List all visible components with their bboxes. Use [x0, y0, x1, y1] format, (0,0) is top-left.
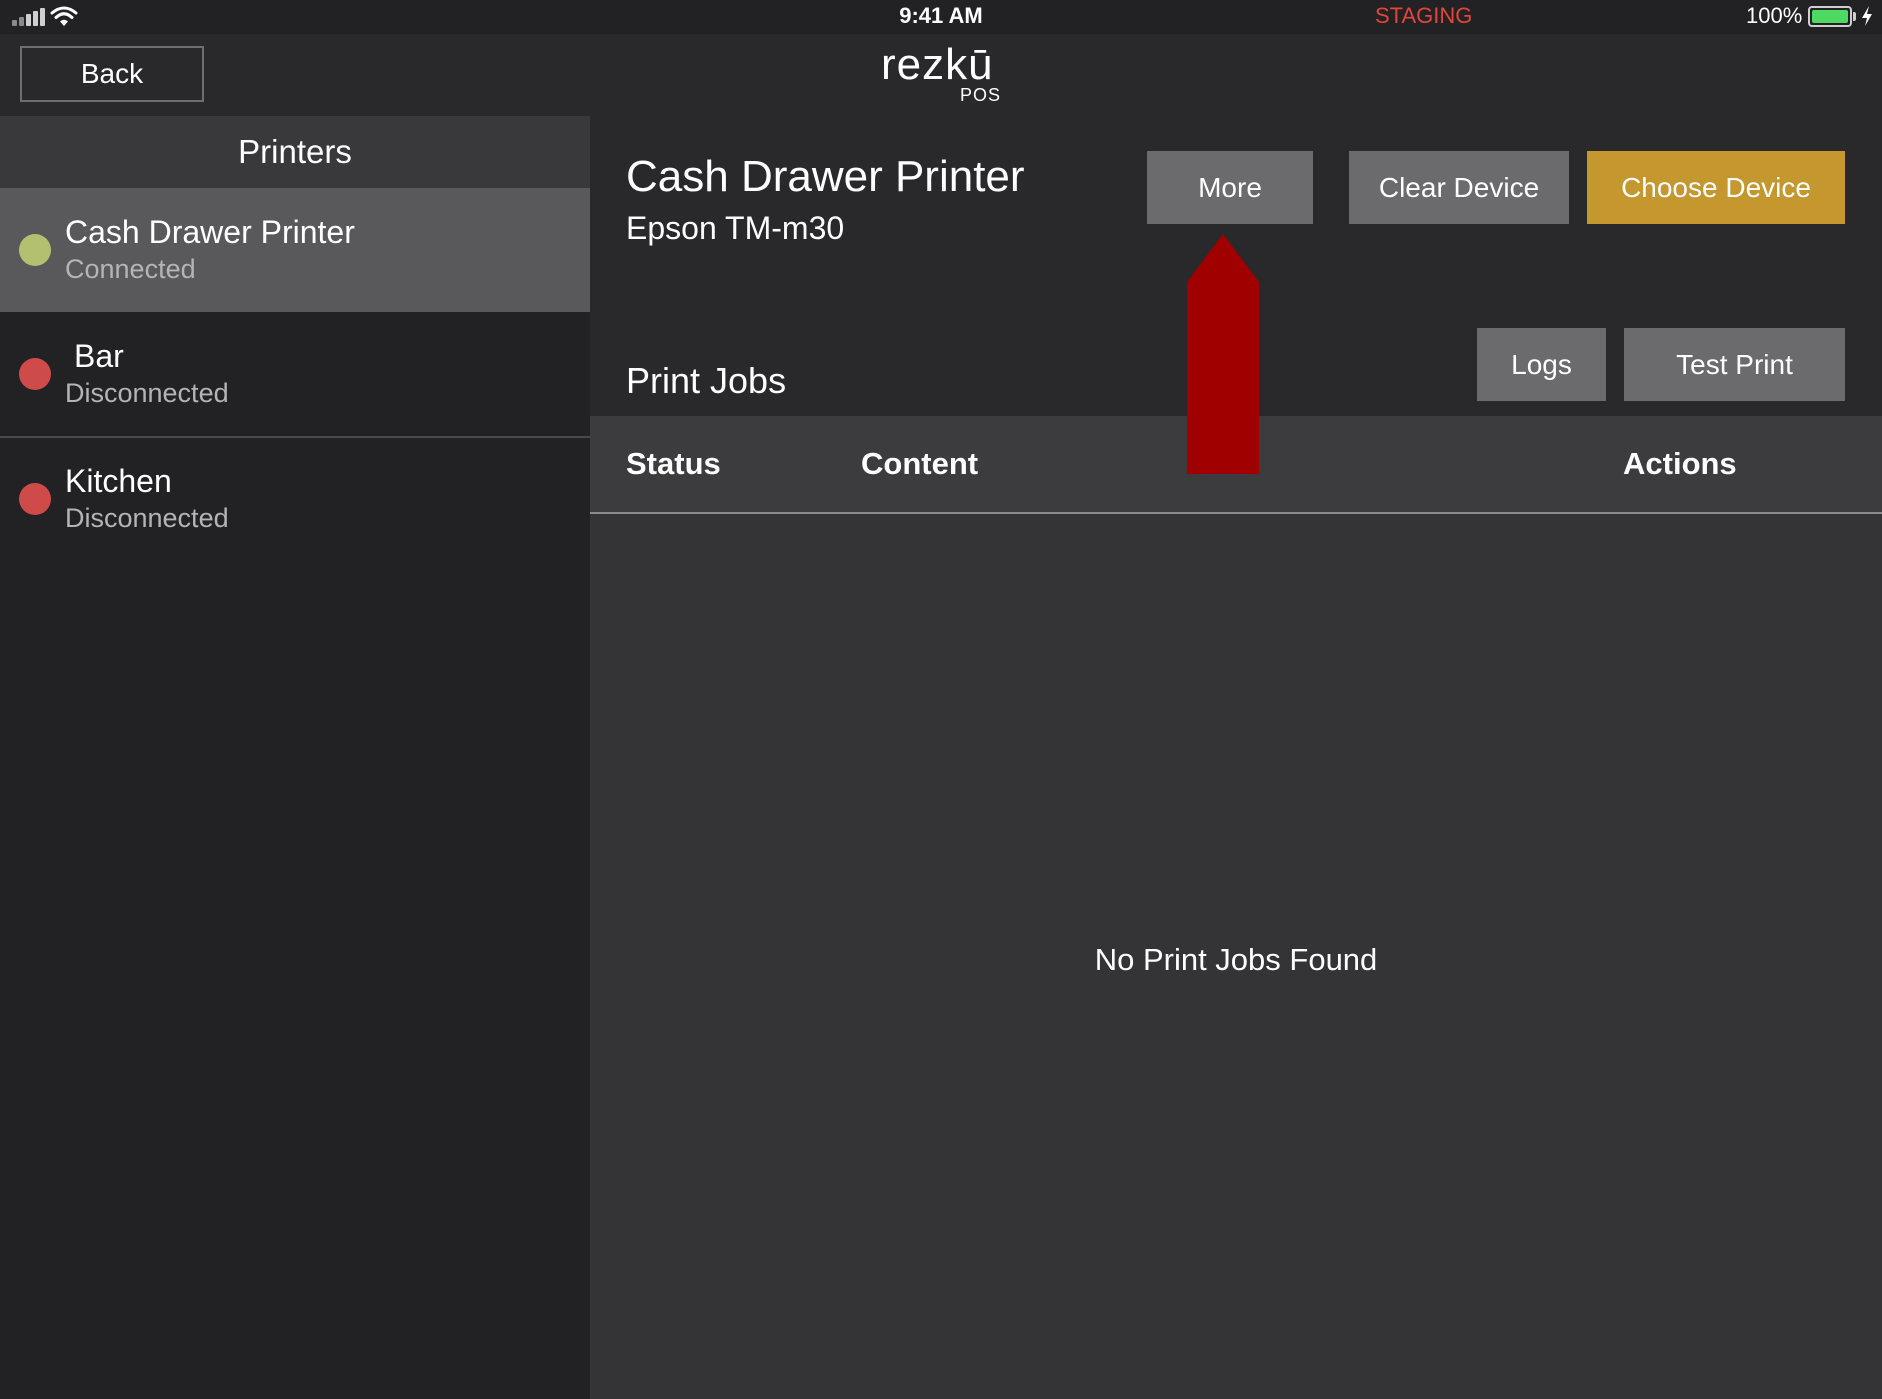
logo-wordmark: rezkū	[881, 40, 994, 89]
device-title: Cash Drawer Printer	[626, 152, 1025, 201]
test-print-button[interactable]: Test Print	[1624, 328, 1845, 401]
printer-item-bar[interactable]: Bar Disconnected	[0, 312, 590, 436]
battery-percentage: 100%	[1746, 3, 1803, 28]
annotation-arrow-icon	[1187, 234, 1259, 474]
connected-status-dot	[19, 234, 51, 266]
choose-device-button[interactable]: Choose Device	[1587, 151, 1845, 224]
printer-name: Cash Drawer Printer	[65, 214, 355, 250]
environment-label: STAGING	[1375, 3, 1473, 28]
more-button[interactable]: More	[1147, 151, 1313, 224]
back-button[interactable]: Back	[20, 46, 204, 102]
battery-tip	[1853, 12, 1856, 21]
sidebar-title: Printers	[0, 116, 590, 188]
printer-status: Disconnected	[65, 503, 229, 533]
column-header-actions: Actions	[1623, 446, 1737, 481]
logo-subtitle: POS	[960, 85, 1002, 105]
empty-state-message: No Print Jobs Found	[1094, 942, 1378, 977]
column-header-status: Status	[626, 446, 721, 481]
printer-name: Bar	[74, 338, 124, 374]
printers-sidebar: Printers Cash Drawer Printer Connected B…	[0, 116, 590, 1399]
app-root: 9:41 AM STAGING 100% Back rezkū POS Prin…	[0, 0, 1882, 1399]
device-model: Epson TM-m30	[626, 210, 845, 246]
column-header-content: Content	[861, 446, 979, 481]
battery-icon	[1808, 6, 1852, 27]
printer-item-cash-drawer[interactable]: Cash Drawer Printer Connected	[0, 188, 590, 312]
status-bar: 9:41 AM STAGING 100%	[0, 0, 1882, 34]
printer-name: Kitchen	[65, 463, 172, 499]
disconnected-status-dot	[19, 483, 51, 515]
printer-item-kitchen[interactable]: Kitchen Disconnected	[0, 437, 590, 561]
rezku-logo: rezkū POS	[881, 40, 1001, 106]
clear-device-button[interactable]: Clear Device	[1349, 151, 1569, 224]
logs-button[interactable]: Logs	[1477, 328, 1606, 401]
printer-status: Disconnected	[65, 378, 229, 408]
disconnected-status-dot	[19, 358, 51, 390]
nav-bar: Back rezkū POS	[0, 34, 1882, 116]
charging-bolt-icon	[1862, 6, 1872, 26]
status-time: 9:41 AM	[899, 3, 983, 28]
printer-status: Connected	[65, 254, 196, 284]
print-jobs-title: Print Jobs	[626, 360, 787, 401]
